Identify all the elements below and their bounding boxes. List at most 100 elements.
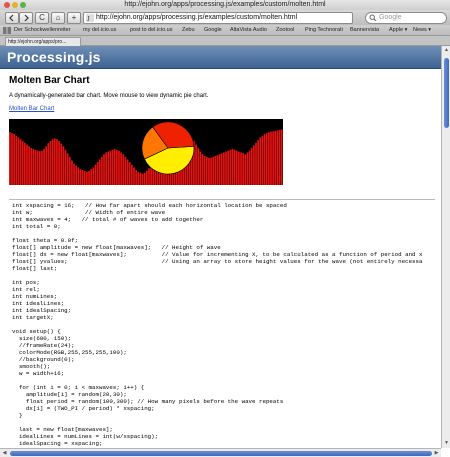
chart-bar xyxy=(270,131,272,185)
chart-bar xyxy=(23,142,26,185)
scroll-left-icon[interactable]: ◀ xyxy=(1,450,8,457)
chart-bar xyxy=(118,150,120,185)
add-bookmark-button[interactable]: + xyxy=(67,12,81,24)
code-line: size(600, 150); xyxy=(12,335,72,342)
chart-bar xyxy=(199,151,202,185)
chart-bar xyxy=(242,153,244,185)
browser-window: http://ejohn.org/apps/processing.js/exam… xyxy=(0,0,450,457)
bookmark-item[interactable]: post to del.icio.us xyxy=(130,25,173,35)
forward-button[interactable] xyxy=(19,12,33,24)
chart-bar xyxy=(83,170,86,185)
chart-bar xyxy=(53,138,56,185)
code-line: void setup() { xyxy=(12,328,61,335)
chart-bar xyxy=(94,164,97,185)
chart-bar xyxy=(137,171,140,185)
bookmark-item[interactable]: Bannervista xyxy=(350,25,379,35)
bookmark-item[interactable]: Zebu xyxy=(182,25,195,35)
close-window-icon[interactable] xyxy=(4,2,10,8)
chart-bar xyxy=(77,167,80,185)
code-line: int numLines; xyxy=(12,293,58,300)
code-line: idealLines = numLines = int(w/xspacing); xyxy=(12,433,159,440)
code-line: smooth(); xyxy=(12,363,51,370)
code-line: float[] yvalues; // Using an array to st… xyxy=(12,258,423,265)
chart-bar xyxy=(81,170,84,185)
chart-bar xyxy=(265,133,268,185)
divider xyxy=(9,199,435,200)
code-line: int maxwaves = 4; // total # of waves to… xyxy=(12,216,204,223)
book-icon[interactable] xyxy=(3,27,11,34)
back-arrow-icon xyxy=(9,14,14,22)
site-logo[interactable]: Processing.js xyxy=(7,49,101,65)
chart-bar xyxy=(231,148,234,185)
chart-bar xyxy=(113,148,116,185)
code-line: int idealSpacing; xyxy=(12,307,72,314)
chart-bar xyxy=(101,156,103,185)
bookmark-item[interactable]: Google xyxy=(204,25,222,35)
chart-bar xyxy=(146,170,148,185)
chart-bar xyxy=(141,173,144,185)
scroll-right-icon[interactable]: ▶ xyxy=(433,450,440,457)
chart-bar xyxy=(263,133,266,185)
chart-bar xyxy=(244,154,247,185)
reload-button[interactable]: C xyxy=(35,12,49,24)
horizontal-scroll-thumb[interactable] xyxy=(10,451,432,456)
scroll-up-icon[interactable]: ▲ xyxy=(443,47,450,54)
chart-bar xyxy=(116,149,118,185)
bookmark-item[interactable]: News ▾ xyxy=(413,25,431,35)
chart-bar xyxy=(268,132,270,185)
chart-bar xyxy=(229,149,232,185)
vertical-scroll-thumb[interactable] xyxy=(444,58,449,128)
chart-bar xyxy=(225,151,227,185)
bookmark-item[interactable]: Ping Technorati xyxy=(305,25,343,35)
vertical-scrollbar[interactable]: ▲ ▼ xyxy=(441,46,450,448)
bookmark-item[interactable]: AltaVista Audio xyxy=(230,25,267,35)
code-line: int w; // Width of entire wave xyxy=(12,209,166,216)
back-button[interactable] xyxy=(5,12,19,24)
chart-bar xyxy=(26,144,28,185)
chart-bar xyxy=(143,172,146,185)
search-field[interactable]: Google xyxy=(365,12,447,24)
chart-bar xyxy=(214,155,217,185)
chart-bar xyxy=(248,150,251,185)
horizontal-scrollbar[interactable]: ◀ ▶ xyxy=(0,448,441,457)
chart-bar xyxy=(47,143,50,185)
chart-bar xyxy=(240,152,242,185)
chart-bar xyxy=(253,145,255,185)
chart-bar xyxy=(216,155,219,185)
bookmark-item[interactable]: Apple ▾ xyxy=(389,25,407,35)
home-button[interactable]: ⌂ xyxy=(51,12,65,24)
chart-bar xyxy=(30,148,33,185)
chart-bar xyxy=(88,170,90,185)
chart-bar xyxy=(233,149,236,185)
chart-bar xyxy=(259,137,262,185)
chart-bar xyxy=(238,151,240,185)
chart-bar xyxy=(105,152,107,185)
web-page: Processing.js Molten Bar Chart A dynamic… xyxy=(0,46,441,448)
url-field[interactable]: J http://ejohn.org/apps/processing.js/ex… xyxy=(83,12,430,24)
chart-bar xyxy=(90,169,93,185)
bookmark-item[interactable]: Zootool xyxy=(276,25,294,35)
bookmark-item[interactable]: Der Schockwellenreiter xyxy=(14,25,71,35)
chart-bar xyxy=(43,148,45,185)
chart-bar xyxy=(66,153,69,185)
browser-toolbar: C ⌂ + J http://ejohn.org/apps/processing… xyxy=(0,10,450,25)
chart-bar xyxy=(212,156,215,185)
chart-bar xyxy=(98,159,101,185)
code-line: int targetX; xyxy=(12,314,54,321)
minimize-window-icon[interactable] xyxy=(12,2,18,8)
code-line: for (int i = 0; i < maxwaves; i++) { xyxy=(12,384,145,391)
code-line: w = width+16; xyxy=(12,370,65,377)
scroll-down-icon[interactable]: ▼ xyxy=(443,440,450,447)
code-line: float[] amplitude = new float[maxwaves];… xyxy=(12,244,221,251)
code-line: int xspacing = 16; // How far apart shou… xyxy=(12,202,287,209)
code-line: float[] dx = new float[maxwaves]; // Val… xyxy=(12,251,423,258)
chart-bar xyxy=(131,164,133,185)
page-title: Molten Bar Chart xyxy=(9,75,90,86)
tab-current[interactable]: http://ejohn.org/apps/pro... xyxy=(5,37,81,46)
molten-bar-chart[interactable] xyxy=(9,119,283,185)
zoom-window-icon[interactable] xyxy=(20,2,26,8)
chart-bar xyxy=(17,137,20,185)
bookmark-item[interactable]: my del.icio.us xyxy=(83,25,116,35)
chart-link[interactable]: Molten Bar Chart xyxy=(9,106,54,112)
